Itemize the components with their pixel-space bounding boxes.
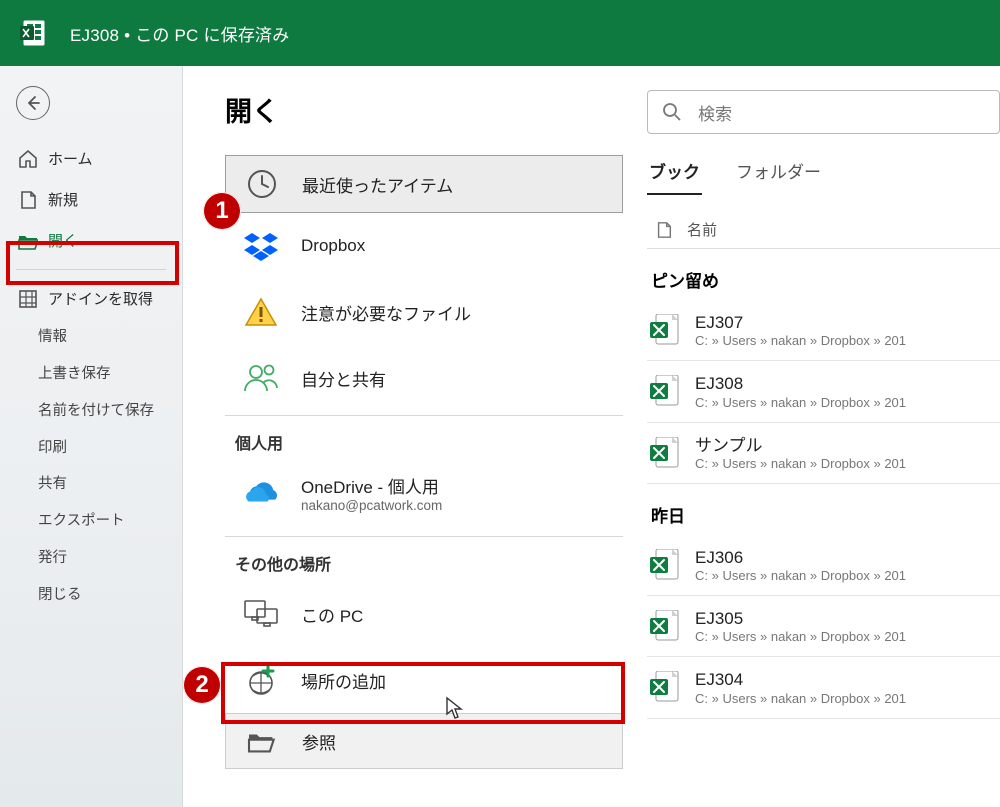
sidebar-label: 新規 bbox=[48, 189, 78, 210]
search-placeholder: 検索 bbox=[698, 100, 732, 125]
document-icon bbox=[18, 190, 38, 210]
name-header: 名前 bbox=[687, 219, 717, 240]
excel-file-icon bbox=[649, 437, 681, 469]
this-pc-icon bbox=[243, 596, 279, 632]
file-path: C: » Users » nakan » Dropbox » 201 bbox=[695, 629, 906, 644]
tab-books[interactable]: ブック bbox=[647, 152, 702, 195]
dropbox-icon bbox=[243, 228, 279, 264]
location-label: 場所の追加 bbox=[301, 668, 386, 693]
sidebar-label: 開く bbox=[48, 230, 78, 251]
sidebar-item-export[interactable]: エクスポート bbox=[10, 503, 172, 540]
backstage-sidebar: ホーム 新規 開く アドインを取得 情報 上書き保存 名前を付けて保存 印刷 共… bbox=[0, 66, 183, 807]
document-icon bbox=[655, 220, 673, 240]
onedrive-icon bbox=[243, 475, 279, 511]
page-title: 開く bbox=[225, 90, 623, 129]
sidebar-item-print[interactable]: 印刷 bbox=[10, 430, 172, 467]
home-icon bbox=[18, 149, 38, 169]
people-icon bbox=[243, 360, 279, 396]
sidebar-item-new[interactable]: 新規 bbox=[10, 179, 172, 220]
sidebar-item-addins[interactable]: アドインを取得 bbox=[10, 278, 172, 319]
sidebar-label: ホーム bbox=[48, 148, 93, 169]
file-path: C: » Users » nakan » Dropbox » 201 bbox=[695, 333, 906, 348]
file-row[interactable]: EJ307 C: » Users » nakan » Dropbox » 201 bbox=[647, 300, 1000, 361]
section-other: その他の場所 bbox=[225, 536, 623, 581]
file-name: EJ304 bbox=[695, 669, 906, 690]
sidebar-item-share[interactable]: 共有 bbox=[10, 466, 172, 503]
file-name: EJ308 bbox=[695, 373, 906, 394]
sidebar-item-save[interactable]: 上書き保存 bbox=[10, 356, 172, 393]
grid-icon bbox=[18, 289, 38, 309]
location-label: 自分と共有 bbox=[301, 366, 386, 391]
file-row[interactable]: サンプル C: » Users » nakan » Dropbox » 201 bbox=[647, 423, 1000, 484]
add-place-icon bbox=[243, 662, 279, 698]
location-add-place[interactable]: 場所の追加 bbox=[225, 647, 623, 713]
folder-open-icon bbox=[18, 231, 38, 251]
sidebar-item-info[interactable]: 情報 bbox=[10, 319, 172, 356]
location-text: OneDrive - 個人用 nakano@pcatwork.com bbox=[301, 473, 442, 513]
location-this-pc[interactable]: この PC bbox=[225, 581, 623, 647]
tabs: ブック フォルダー bbox=[647, 152, 1000, 195]
file-name: EJ306 bbox=[695, 547, 906, 568]
back-button[interactable] bbox=[16, 86, 50, 120]
sidebar-item-open[interactable]: 開く bbox=[10, 220, 172, 261]
section-yesterday: 昨日 bbox=[651, 502, 1000, 527]
search-input[interactable]: 検索 bbox=[647, 90, 1000, 134]
onedrive-account: nakano@pcatwork.com bbox=[301, 498, 442, 513]
sidebar-item-saveas[interactable]: 名前を付けて保存 bbox=[10, 393, 172, 430]
excel-app-icon bbox=[20, 20, 48, 46]
location-label: 注意が必要なファイル bbox=[301, 300, 471, 325]
sidebar-item-home[interactable]: ホーム bbox=[10, 138, 172, 179]
location-browse[interactable]: 参照 bbox=[225, 713, 623, 769]
location-attention[interactable]: 注意が必要なファイル bbox=[225, 279, 623, 345]
file-path: C: » Users » nakan » Dropbox » 201 bbox=[695, 456, 906, 471]
annotation-bullet-2: 2 bbox=[183, 666, 221, 704]
excel-file-icon bbox=[649, 549, 681, 581]
files-panel: 検索 ブック フォルダー 名前 ピン留め EJ307 C: » Users » … bbox=[623, 90, 1000, 807]
open-locations: 開く 最近使ったアイテム Dropbox 注意が必要なファイル bbox=[225, 90, 623, 807]
excel-file-icon bbox=[649, 610, 681, 642]
file-name: EJ307 bbox=[695, 312, 906, 333]
tab-folders[interactable]: フォルダー bbox=[734, 152, 823, 195]
sidebar-separator bbox=[16, 269, 166, 270]
location-label: この PC bbox=[301, 602, 363, 627]
annotation-bullet-1: 1 bbox=[203, 192, 241, 230]
file-path: C: » Users » nakan » Dropbox » 201 bbox=[695, 395, 906, 410]
sidebar-label: アドインを取得 bbox=[48, 288, 153, 309]
file-name: EJ305 bbox=[695, 608, 906, 629]
location-onedrive[interactable]: OneDrive - 個人用 nakano@pcatwork.com bbox=[225, 460, 623, 526]
file-path: C: » Users » nakan » Dropbox » 201 bbox=[695, 568, 906, 583]
warning-icon bbox=[243, 294, 279, 330]
sidebar-item-close[interactable]: 閉じる bbox=[10, 577, 172, 614]
folder-open-icon bbox=[244, 723, 280, 759]
search-icon bbox=[662, 102, 682, 122]
title-bar: EJ308 • この PC に保存済み bbox=[0, 0, 1000, 66]
file-row[interactable]: EJ304 C: » Users » nakan » Dropbox » 201 bbox=[647, 657, 1000, 718]
location-label: 最近使ったアイテム bbox=[302, 172, 453, 197]
location-shared[interactable]: 自分と共有 bbox=[225, 345, 623, 411]
section-pinned: ピン留め bbox=[651, 267, 1000, 292]
onedrive-title: OneDrive - 個人用 bbox=[301, 473, 442, 498]
column-header[interactable]: 名前 bbox=[647, 205, 1000, 249]
location-label: 参照 bbox=[302, 729, 336, 754]
file-path: C: » Users » nakan » Dropbox » 201 bbox=[695, 691, 906, 706]
sidebar-item-publish[interactable]: 発行 bbox=[10, 540, 172, 577]
excel-file-icon bbox=[649, 671, 681, 703]
clock-icon bbox=[244, 166, 280, 202]
location-label: Dropbox bbox=[301, 236, 365, 256]
document-title: EJ308 • この PC に保存済み bbox=[70, 21, 289, 46]
excel-file-icon bbox=[649, 375, 681, 407]
excel-file-icon bbox=[649, 314, 681, 346]
section-personal: 個人用 bbox=[225, 415, 623, 460]
file-row[interactable]: EJ308 C: » Users » nakan » Dropbox » 201 bbox=[647, 361, 1000, 422]
file-row[interactable]: EJ305 C: » Users » nakan » Dropbox » 201 bbox=[647, 596, 1000, 657]
location-recent[interactable]: 最近使ったアイテム bbox=[225, 155, 623, 213]
file-row[interactable]: EJ306 C: » Users » nakan » Dropbox » 201 bbox=[647, 535, 1000, 596]
location-dropbox[interactable]: Dropbox bbox=[225, 213, 623, 279]
file-name: サンプル bbox=[695, 435, 906, 456]
